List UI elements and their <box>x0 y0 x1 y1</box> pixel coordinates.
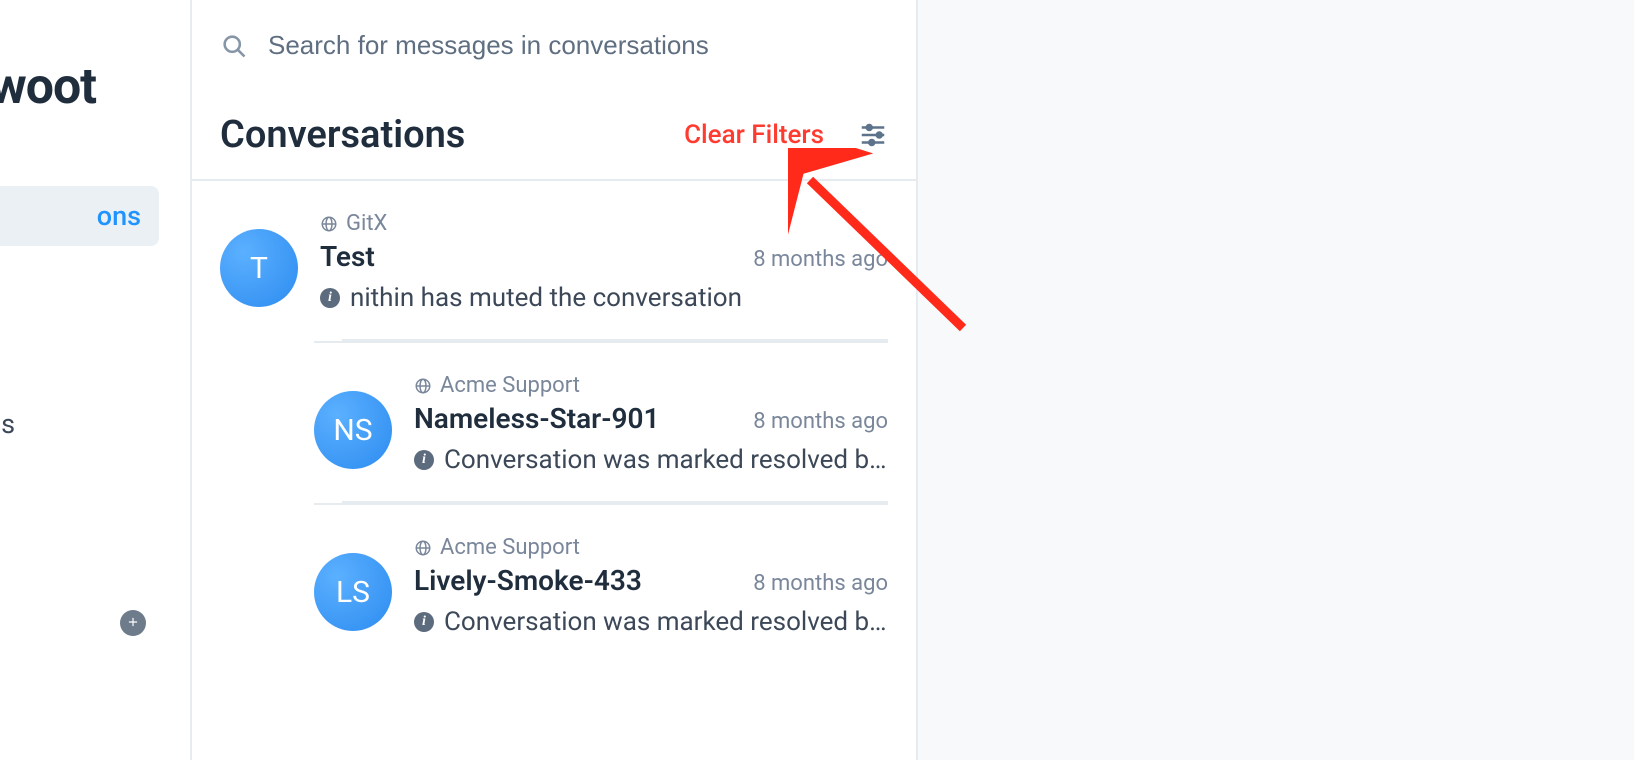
info-icon: i <box>320 288 340 308</box>
sidebar: woot ons s <box>0 0 190 760</box>
conversation-time: 8 months ago <box>753 571 888 596</box>
avatar: NS <box>314 391 392 469</box>
globe-icon <box>320 215 338 233</box>
sidebar-item-conversations[interactable]: ons <box>0 186 159 246</box>
panel-header: Conversations Clear Filters <box>192 71 916 179</box>
globe-icon <box>414 539 432 557</box>
search-input[interactable] <box>268 30 888 61</box>
app-logo-text: woot <box>0 0 190 116</box>
conversation-title: Lively-Smoke-433 <box>414 564 642 597</box>
clear-filters-button[interactable]: Clear Filters <box>684 120 824 150</box>
search-bar[interactable] <box>192 0 916 71</box>
conversation-preview: Conversation was marked resolved b... <box>444 445 888 475</box>
sidebar-item-secondary[interactable]: s <box>0 408 15 440</box>
conversation-preview: Conversation was marked resolved b... <box>444 607 888 637</box>
globe-icon <box>414 377 432 395</box>
conversation-item[interactable]: LS Acme Support Lively-Smoke-433 8 month… <box>314 503 888 663</box>
avatar: LS <box>314 553 392 631</box>
add-button[interactable] <box>120 610 146 636</box>
conversations-panel: Conversations Clear Filters T <box>190 0 918 760</box>
info-icon: i <box>414 450 434 470</box>
conversation-list: T GitX Test 8 months ago <box>192 181 916 663</box>
channel-name: Acme Support <box>440 373 580 398</box>
conversation-time: 8 months ago <box>753 409 888 434</box>
conversation-preview: nithin has muted the conversation <box>350 283 742 313</box>
conversation-item[interactable]: NS Acme Support Nameless-Star-901 8 mont… <box>314 341 888 501</box>
sidebar-item-label: s <box>0 408 15 440</box>
channel-name: GitX <box>346 211 387 236</box>
conversation-title: Nameless-Star-901 <box>414 402 660 435</box>
avatar: T <box>220 229 298 307</box>
conversation-time: 8 months ago <box>753 247 888 272</box>
channel-name: Acme Support <box>440 535 580 560</box>
page-title: Conversations <box>220 113 465 157</box>
plus-icon <box>126 614 140 633</box>
search-icon <box>220 32 248 60</box>
empty-pane <box>918 0 1634 760</box>
conversation-title: Test <box>320 240 375 273</box>
sidebar-item-label: ons <box>0 200 141 232</box>
conversation-item[interactable]: T GitX Test 8 months ago <box>220 181 888 339</box>
info-icon: i <box>414 612 434 632</box>
filter-icon[interactable] <box>858 120 888 150</box>
